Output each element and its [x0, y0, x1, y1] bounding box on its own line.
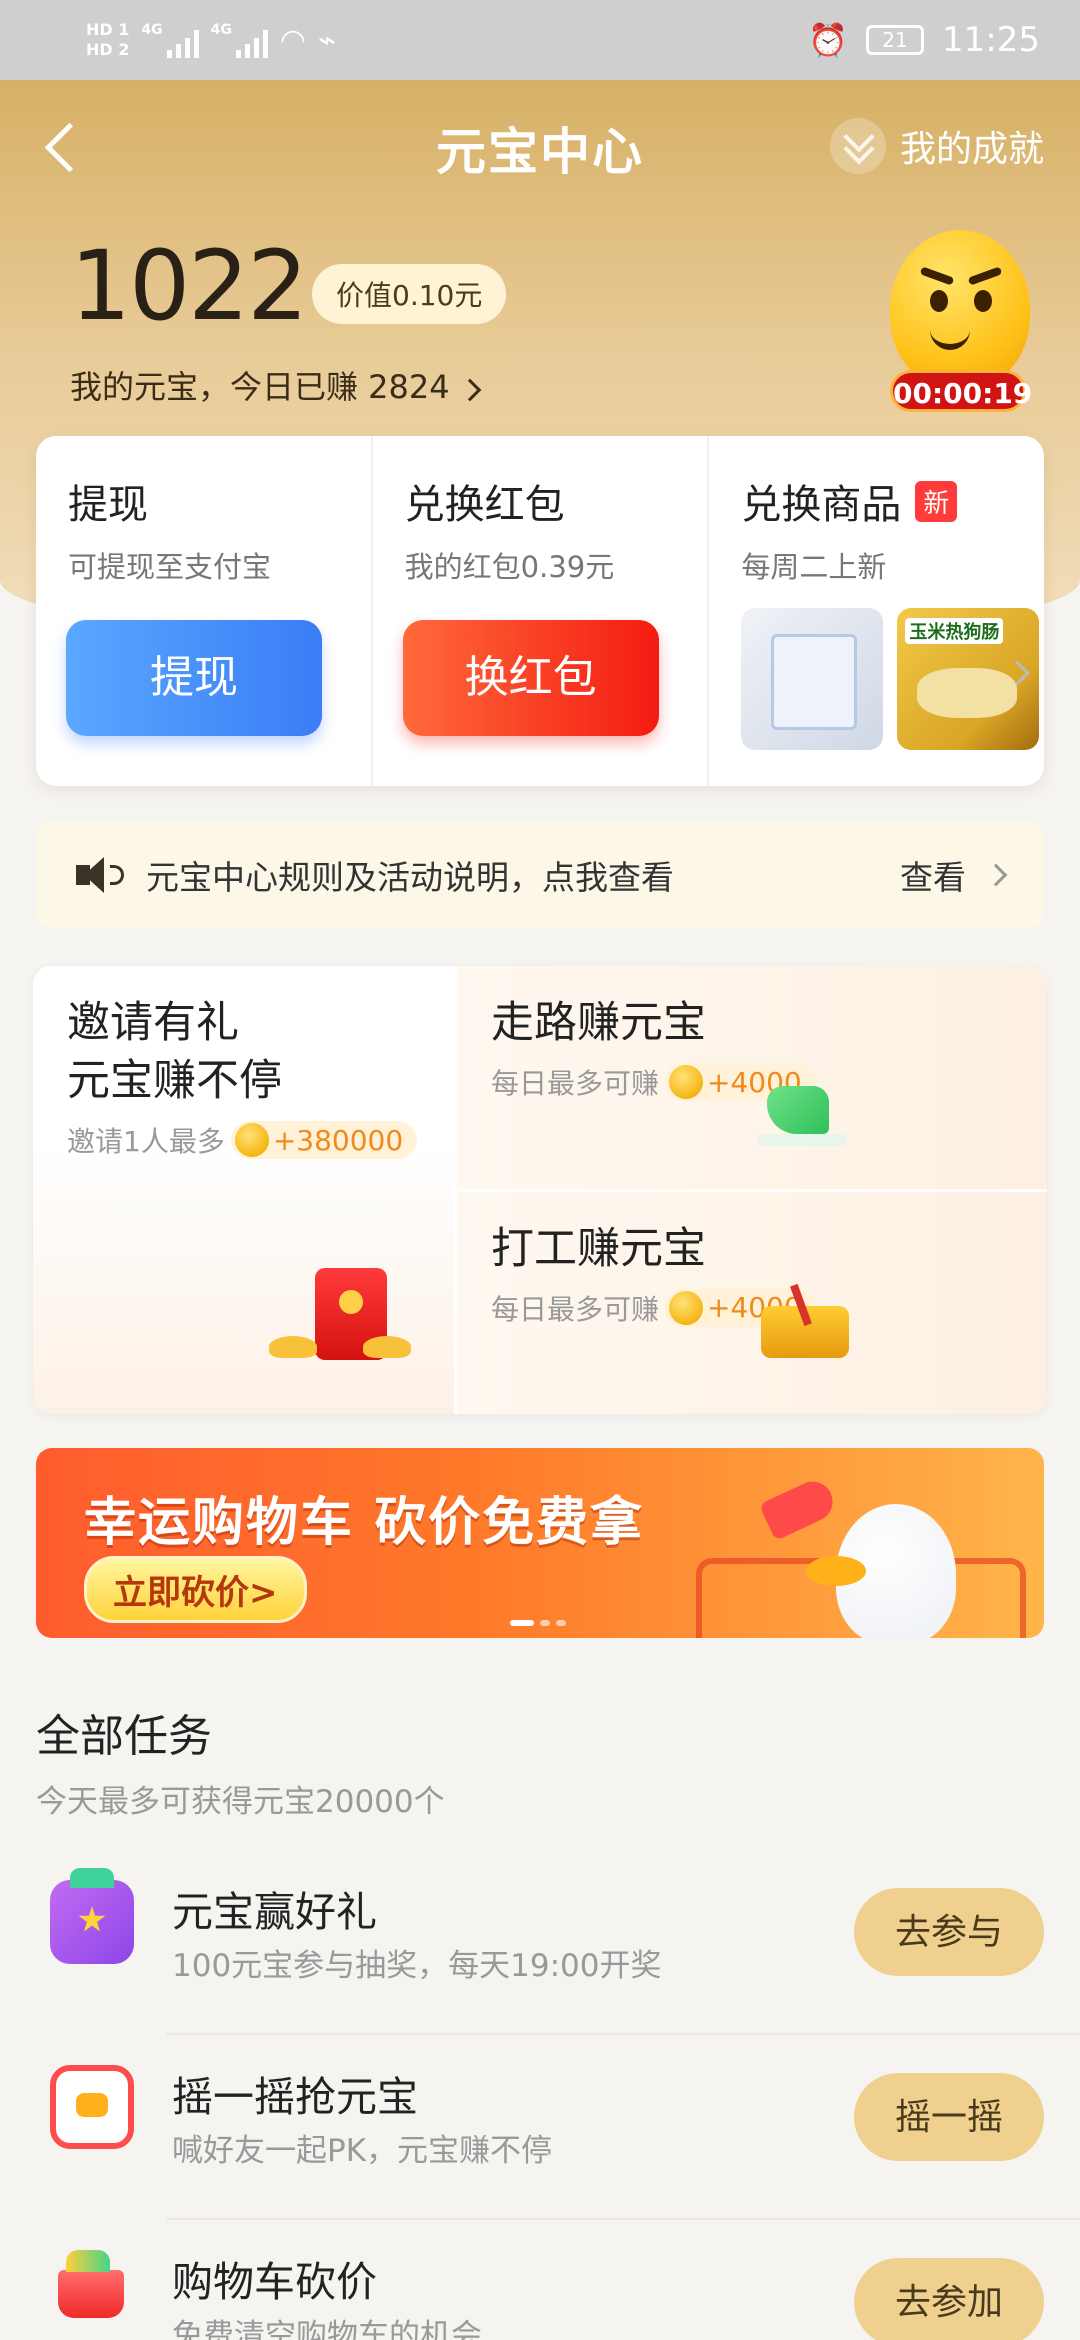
task-shake-button[interactable]: 摇一摇 [854, 2073, 1044, 2161]
goods-title-row: 兑换商品 新 [741, 472, 1044, 530]
task-participate-button[interactable]: 去参加 [854, 2258, 1044, 2340]
gold-ingot-icon [269, 1336, 317, 1358]
hd1-label: HD 1 [86, 20, 130, 39]
exchange-redpacket-button[interactable]: 换红包 [402, 620, 659, 736]
goods-image-tissue[interactable] [741, 608, 884, 750]
net2-label: 4G [210, 22, 232, 38]
notice-bar[interactable]: 元宝中心规则及活动说明，点我查看 查看 [36, 822, 1044, 928]
invite-sub: 邀请1人最多 +380000 [67, 1120, 454, 1160]
chevron-right-icon [984, 863, 1008, 887]
sneaker-icon [757, 1082, 847, 1152]
earn-grid: 邀请有礼 元宝赚不停 邀请1人最多 +380000 走路赚元宝 每日最多可赚 +… [33, 966, 1047, 1414]
task-name: 元宝赢好礼 [172, 1888, 377, 1936]
carousel-indicator [510, 1620, 566, 1626]
duck-mascot-illustration [806, 1484, 976, 1638]
work-sub-label: 每日最多可赚 [491, 1292, 660, 1326]
coin-balance: 1022 [70, 230, 308, 342]
wifi-icon: ◠ [279, 22, 307, 58]
page: HD 1 HD 2 4G 4G ◠ ⌁ ⏰ 21 11:25 元宝中心 我的成就… [0, 0, 1080, 2340]
speaker-icon [76, 857, 124, 893]
redpacket-section: 兑换红包 我的红包0.39元 换红包 [370, 436, 708, 786]
work-title: 打工赚元宝 [491, 1223, 706, 1274]
invite-reward: +380000 [272, 1123, 404, 1157]
withdraw-section: 提现 可提现至支付宝 提现 [36, 436, 371, 786]
countdown-timer: 00:00:19 [890, 370, 1032, 412]
banner-title: 幸运购物车 砍价免费拿 [84, 1493, 645, 1553]
withdraw-title: 提现 [68, 482, 148, 528]
status-left: HD 1 HD 2 4G 4G ◠ ⌁ [86, 20, 336, 60]
coin-icon [234, 1123, 269, 1157]
earn-right-column: 走路赚元宝 每日最多可赚 +4000 打工赚元宝 每日最多可赚 +4000 [457, 966, 1047, 1414]
task-name: 摇一摇抢元宝 [172, 2073, 418, 2121]
invite-card[interactable]: 邀请有礼 元宝赚不停 邀请1人最多 +380000 [33, 966, 457, 1414]
shake-phone-icon [50, 2065, 134, 2149]
walk-earn-card[interactable]: 走路赚元宝 每日最多可赚 +4000 [457, 966, 1047, 1189]
invite-reward-pill: +380000 [230, 1121, 418, 1159]
goods-section[interactable]: 兑换商品 新 每周二上新 玉米热狗肠 [707, 436, 1044, 786]
action-card: 提现 可提现至支付宝 提现 兑换红包 我的红包0.39元 换红包 兑换商品 新 … [36, 436, 1044, 786]
withdraw-button[interactable]: 提现 [66, 620, 322, 736]
coin-icon [669, 1290, 704, 1325]
task-join-button[interactable]: 去参与 [854, 1888, 1044, 1976]
value-badge: 价值0.10元 [312, 264, 507, 324]
goods-image-label: 玉米热狗肠 [905, 618, 1004, 644]
invite-sub-label: 邀请1人最多 [67, 1125, 225, 1158]
coin-icon [669, 1065, 704, 1099]
earned-today-label: 我的元宝，今日已赚 2824 [70, 368, 450, 406]
invite-title-line2: 元宝赚不停 [67, 1056, 282, 1106]
task-row: 购物车砍价 免费清空购物车的机会 去参加 [0, 2220, 1080, 2340]
status-right: ⏰ 21 11:25 [808, 20, 1040, 60]
chevron-right-icon [458, 378, 482, 402]
achievement-label: 我的成就 [899, 129, 1044, 170]
net1-label: 4G [141, 22, 163, 38]
double-chevron-down-icon [829, 118, 886, 174]
withdraw-subtitle: 可提现至支付宝 [68, 550, 272, 584]
task-desc: 免费清空购物车的机会 [172, 2318, 482, 2340]
work-earn-card[interactable]: 打工赚元宝 每日最多可赚 +4000 [457, 1188, 1047, 1414]
hd-indicator: HD 1 HD 2 [86, 20, 129, 60]
shopping-cart-icon [50, 2250, 134, 2334]
new-badge: 新 [915, 480, 958, 522]
task-desc: 喊好友一起PK，元宝赚不停 [172, 2133, 553, 2169]
status-bar: HD 1 HD 2 4G 4G ◠ ⌁ ⏰ 21 11:25 [0, 0, 1080, 80]
redpacket-subtitle: 我的红包0.39元 [404, 550, 615, 584]
battery-icon: 21 [866, 25, 925, 55]
task-row: 元宝赢好礼 100元宝参与抽奖，每天19:00开奖 去参与 [0, 1850, 1080, 2035]
earned-today-link[interactable]: 我的元宝，今日已赚 2824 [70, 362, 482, 408]
walk-sub-label: 每日最多可赚 [491, 1067, 660, 1100]
gold-ingot-icon [363, 1336, 411, 1358]
promo-banner[interactable]: 幸运购物车 砍价免费拿 立即砍价> [36, 1448, 1044, 1638]
treasure-chest-icon [757, 1284, 853, 1360]
gift-star-icon [50, 1868, 134, 1964]
tasks-header: 全部任务 今天最多可获得元宝20000个 [36, 1700, 445, 1821]
goods-title: 兑换商品 [741, 482, 902, 528]
alipay-icon: ⌁ [318, 22, 337, 58]
invite-title-line1: 邀请有礼 [67, 998, 239, 1048]
notice-text: 元宝中心规则及活动说明，点我查看 [146, 858, 674, 897]
notice-view-link[interactable]: 查看 [900, 851, 966, 899]
signal-icon-2: 4G [211, 22, 268, 58]
task-desc: 100元宝参与抽奖，每天19:00开奖 [172, 1948, 662, 1984]
tasks-subtitle: 今天最多可获得元宝20000个 [36, 1784, 445, 1820]
redpacket-title: 兑换红包 [404, 482, 565, 528]
walk-title: 走路赚元宝 [491, 998, 706, 1048]
nav-bar: 元宝中心 我的成就 [0, 80, 1080, 210]
task-name: 购物车砍价 [172, 2258, 377, 2306]
alarm-icon: ⏰ [808, 21, 849, 59]
task-row: 摇一摇抢元宝 喊好友一起PK，元宝赚不停 摇一摇 [0, 2035, 1080, 2220]
achievement-button[interactable]: 我的成就 [829, 118, 1044, 174]
goods-subtitle: 每周二上新 [741, 550, 887, 584]
tasks-title: 全部任务 [36, 1711, 212, 1762]
banner-cta-button[interactable]: 立即砍价> [84, 1556, 307, 1623]
clock: 11:25 [942, 20, 1040, 60]
hd2-label: HD 2 [86, 40, 130, 59]
signal-icon-1: 4G [141, 22, 199, 58]
